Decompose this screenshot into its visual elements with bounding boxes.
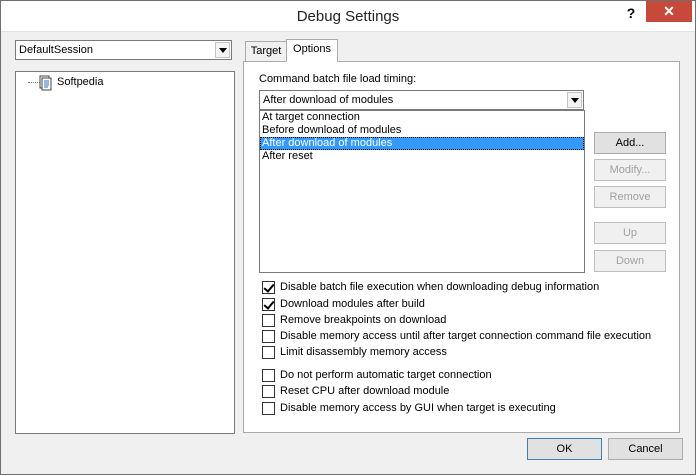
add-button[interactable]: Add... (594, 132, 666, 154)
checkbox[interactable] (262, 281, 275, 294)
remove-button[interactable]: Remove (594, 186, 666, 208)
debug-settings-window: Debug Settings ? ✕ DefaultSession Softpe… (0, 0, 696, 475)
checkbox-label: Disable memory access by GUI when target… (280, 402, 556, 414)
timing-dropdown-list[interactable]: At target connection Before download of … (259, 110, 585, 273)
tab-target-label: Target (250, 45, 282, 57)
timing-label: Command batch file load timing: (259, 73, 417, 85)
title-bar: Debug Settings ? ✕ (1, 1, 695, 32)
help-button[interactable]: ? (619, 3, 643, 23)
checkbox[interactable] (262, 314, 275, 327)
checkbox[interactable] (262, 346, 275, 359)
tree-item-softpedia[interactable]: Softpedia (55, 75, 105, 89)
session-tree[interactable]: Softpedia (15, 71, 235, 434)
checkbox-label: Remove breakpoints on download (280, 314, 447, 326)
dropdown-option[interactable]: Before download of modules (260, 124, 584, 137)
checkbox-label: Download modules after build (280, 298, 425, 310)
session-select-value: DefaultSession (19, 44, 93, 56)
dropdown-option[interactable]: After reset (260, 150, 584, 163)
checkbox[interactable] (262, 385, 275, 398)
checkbox-label: Disable memory access until after target… (280, 330, 652, 342)
chevron-down-icon[interactable] (567, 92, 582, 108)
up-button[interactable]: Up (594, 222, 666, 244)
checkbox[interactable] (262, 330, 275, 343)
dropdown-option-selected[interactable]: After download of modules (260, 137, 584, 150)
dropdown-option[interactable]: At target connection (260, 111, 584, 124)
timing-select-value: After download of modules (263, 94, 394, 106)
checkbox[interactable] (262, 369, 275, 382)
cancel-button[interactable]: Cancel (608, 438, 683, 460)
modify-button[interactable]: Modify... (594, 159, 666, 181)
tab-target[interactable]: Target (245, 41, 287, 61)
tab-options-label: Options (293, 43, 331, 55)
checkbox-label: Disable batch file execution when downlo… (280, 281, 600, 293)
chevron-down-icon[interactable] (215, 42, 230, 58)
document-icon (39, 75, 52, 91)
checkbox[interactable] (262, 402, 275, 415)
checkbox-label: Do not perform automatic target connecti… (280, 369, 492, 381)
ok-button[interactable]: OK (527, 438, 602, 460)
down-button[interactable]: Down (594, 250, 666, 272)
session-select[interactable]: DefaultSession (15, 40, 232, 60)
close-button[interactable]: ✕ (646, 1, 692, 22)
timing-select[interactable]: After download of modules (259, 90, 584, 110)
checkbox[interactable] (262, 298, 275, 311)
tab-options[interactable]: Options (286, 39, 338, 62)
checkbox-label: Reset CPU after download module (280, 385, 450, 397)
checkbox-label: Limit disassembly memory access (280, 346, 447, 358)
window-title: Debug Settings (296, 8, 400, 25)
